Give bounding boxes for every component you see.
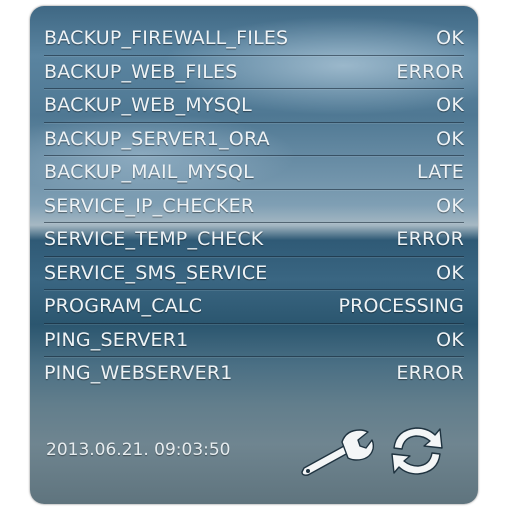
job-name: PROGRAM_CALC	[44, 295, 203, 318]
wrench-icon	[301, 429, 374, 476]
job-status: OK	[436, 261, 464, 284]
settings-button[interactable]	[298, 424, 374, 480]
list-item: PING_WEBSERVER1 ERROR	[44, 357, 464, 390]
list-item: PROGRAM_CALC PROCESSING	[44, 290, 464, 324]
list-item: BACKUP_MAIL_MYSQL LATE	[44, 156, 464, 190]
list-item: BACKUP_SERVER1_ORA OK	[44, 123, 464, 156]
job-status: ERROR	[396, 362, 464, 385]
job-status: OK	[436, 127, 464, 150]
job-name: SERVICE_TEMP_CHECK	[44, 228, 264, 251]
job-name: BACKUP_WEB_MYSQL	[44, 94, 252, 117]
job-status: ERROR	[396, 228, 464, 251]
last-update-timestamp: 2013.06.21. 09:03:50	[46, 440, 231, 460]
status-widget: BACKUP_FIREWALL_FILES OK BACKUP_WEB_FILE…	[30, 6, 478, 504]
job-name: SERVICE_IP_CHECKER	[44, 194, 255, 217]
job-name: SERVICE_SMS_SERVICE	[44, 261, 268, 284]
list-item: BACKUP_WEB_FILES ERROR	[44, 56, 464, 89]
job-name: BACKUP_SERVER1_ORA	[44, 127, 270, 150]
job-status-list: BACKUP_FIREWALL_FILES OK BACKUP_WEB_FILE…	[44, 22, 464, 390]
job-status: ERROR	[396, 60, 464, 83]
list-item: SERVICE_IP_CHECKER OK	[44, 190, 464, 223]
job-status: OK	[436, 194, 464, 217]
job-status: OK	[436, 94, 464, 117]
list-item: BACKUP_WEB_MYSQL OK	[44, 89, 464, 123]
job-name: PING_SERVER1	[44, 328, 189, 351]
refresh-icon	[391, 427, 443, 475]
job-status: OK	[436, 328, 464, 351]
job-name: BACKUP_WEB_FILES	[44, 60, 238, 83]
list-item: SERVICE_TEMP_CHECK ERROR	[44, 223, 464, 257]
job-name: BACKUP_MAIL_MYSQL	[44, 161, 254, 184]
job-status: LATE	[417, 161, 464, 184]
refresh-button[interactable]	[384, 418, 450, 484]
job-status: OK	[436, 27, 464, 50]
job-name: PING_WEBSERVER1	[44, 362, 233, 385]
job-name: BACKUP_FIREWALL_FILES	[44, 27, 289, 50]
list-item: BACKUP_FIREWALL_FILES OK	[44, 22, 464, 56]
list-item: PING_SERVER1 OK	[44, 324, 464, 357]
list-item: SERVICE_SMS_SERVICE OK	[44, 257, 464, 290]
job-status: PROCESSING	[338, 295, 464, 318]
